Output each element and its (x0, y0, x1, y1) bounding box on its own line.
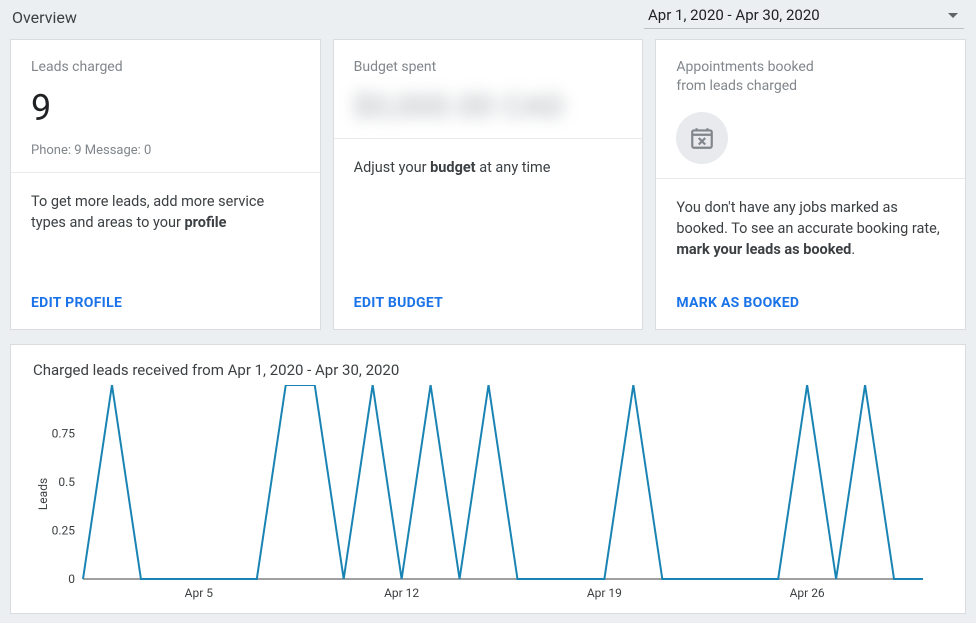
budget-hidden-value: $0,000.00 CAD (354, 89, 623, 124)
budget-tip-suffix: at any time (476, 159, 551, 176)
appts-tip-suffix: . (851, 241, 855, 258)
card-appointments: Appointments booked from leads charged Y… (655, 39, 966, 330)
budget-tip-bold: budget (430, 159, 475, 176)
leads-tip: To get more leads, add more service type… (11, 173, 320, 278)
svg-text:0.5: 0.5 (58, 475, 75, 489)
leads-label: Leads charged (31, 58, 300, 77)
appts-tip-prefix: You don't have any jobs marked as booked… (676, 199, 939, 237)
leads-breakdown: Phone: 9 Message: 0 (31, 143, 300, 158)
caret-down-icon (948, 13, 958, 18)
svg-text:Apr 12: Apr 12 (384, 586, 419, 600)
budget-tip-prefix: Adjust your (354, 159, 430, 176)
appts-tip: You don't have any jobs marked as booked… (656, 179, 965, 278)
page-title: Overview (12, 8, 77, 27)
summary-cards: Leads charged 9 Phone: 9 Message: 0 To g… (0, 39, 976, 330)
svg-text:0: 0 (68, 572, 75, 586)
leads-tip-bold: profile (185, 214, 227, 231)
edit-budget-button[interactable]: Edit Budget (354, 295, 443, 311)
card-leads-charged: Leads charged 9 Phone: 9 Message: 0 To g… (10, 39, 321, 330)
leads-tip-text: To get more leads, add more service type… (31, 193, 264, 231)
chart-ylabel: Leads (36, 478, 50, 510)
leads-value: 9 (31, 87, 300, 129)
chart-card: Charged leads received from Apr 1, 2020 … (10, 344, 966, 614)
edit-profile-button[interactable]: Edit Profile (31, 295, 122, 311)
appts-tip-bold: mark your leads as booked (676, 241, 851, 258)
date-range-text: Apr 1, 2020 - Apr 30, 2020 (648, 6, 820, 24)
svg-text:Apr 5: Apr 5 (185, 586, 214, 600)
mark-as-booked-button[interactable]: Mark as Booked (676, 295, 799, 311)
chart-area: Leads 0 0.25 0.5 0.75 Apr 5 Apr 12 Apr 19 Apr 2… (33, 385, 943, 603)
card-budget-spent: Budget spent $0,000.00 CAD Adjust your b… (333, 39, 644, 330)
appts-label-2: from leads charged (676, 77, 945, 96)
appts-label-1: Appointments booked (676, 58, 945, 77)
leads-line-chart: 0 0.25 0.5 0.75 Apr 5 Apr 12 Apr 19 Apr 26 (33, 385, 933, 603)
svg-text:Apr 19: Apr 19 (587, 586, 622, 600)
date-range-picker[interactable]: Apr 1, 2020 - Apr 30, 2020 (644, 6, 964, 29)
budget-tip: Adjust your budget at any time (334, 139, 643, 278)
svg-text:Apr 26: Apr 26 (790, 586, 825, 600)
svg-text:0.75: 0.75 (52, 426, 76, 440)
header: Overview Apr 1, 2020 - Apr 30, 2020 (0, 0, 976, 39)
chart-title: Charged leads received from Apr 1, 2020 … (33, 361, 943, 379)
calendar-x-icon (676, 112, 728, 164)
budget-label: Budget spent (354, 58, 623, 77)
svg-text:0.25: 0.25 (52, 523, 76, 537)
